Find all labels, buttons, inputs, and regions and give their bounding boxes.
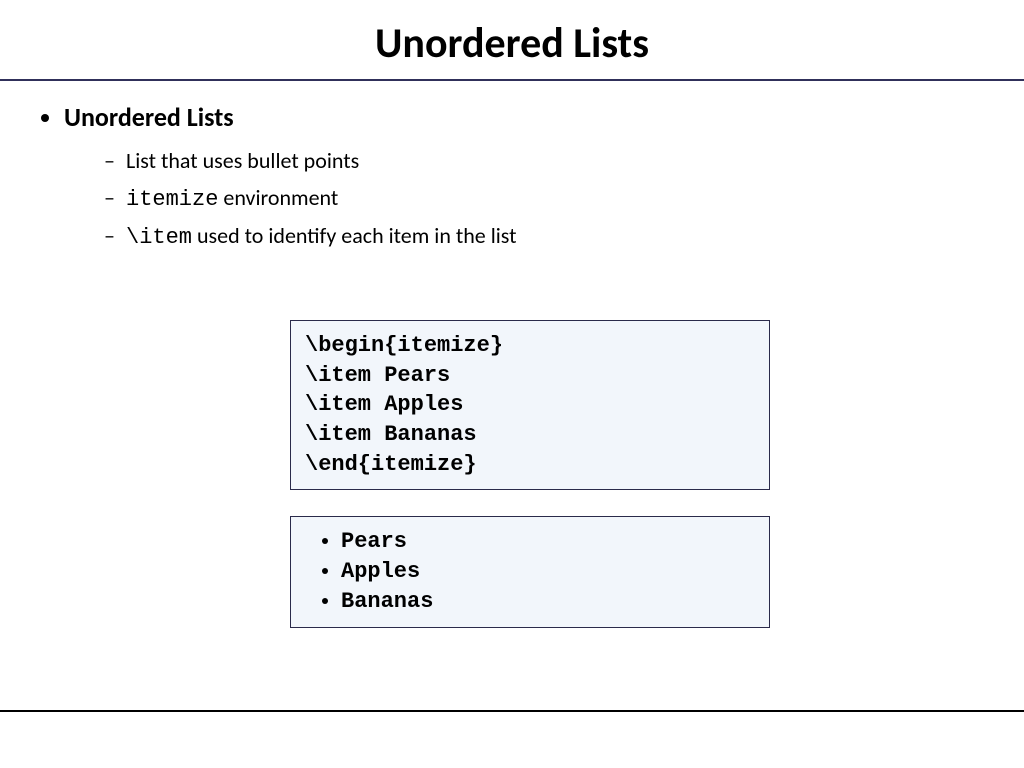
output-item: Pears	[341, 527, 755, 557]
code-box: \begin{itemize} \item Pears \item Apples…	[290, 320, 770, 490]
code-line: \item Bananas	[305, 420, 755, 450]
slide: Unordered Lists Unordered Lists List tha…	[0, 0, 1024, 768]
sub-bullet-list: List that uses bullet points itemize env…	[64, 147, 994, 250]
title-area: Unordered Lists	[0, 0, 1024, 69]
output-list: Pears Apples Bananas	[305, 527, 755, 616]
sub-bullet: List that uses bullet points	[104, 147, 994, 174]
code-line: \end{itemize}	[305, 450, 755, 480]
code-line: \item Apples	[305, 390, 755, 420]
sub-bullet: \item used to identify each item in the …	[104, 222, 994, 250]
output-item: Bananas	[341, 587, 755, 617]
bullet-list: Unordered Lists List that uses bullet po…	[30, 101, 994, 250]
sub-bullet-text: used to identify each item in the list	[192, 222, 517, 249]
bottom-divider	[0, 710, 1024, 712]
code-line: \item Pears	[305, 361, 755, 391]
output-box: Pears Apples Bananas	[290, 516, 770, 627]
sub-bullet-text: List that uses bullet points	[126, 147, 359, 174]
sub-bullet-text: environment	[218, 184, 338, 211]
bullet-heading-text: Unordered Lists	[64, 101, 234, 133]
sub-bullet-code: itemize	[126, 187, 218, 212]
example-boxes: \begin{itemize} \item Pears \item Apples…	[290, 320, 770, 628]
page-title: Unordered Lists	[375, 18, 649, 69]
code-line: \begin{itemize}	[305, 331, 755, 361]
sub-bullet: itemize environment	[104, 184, 994, 212]
bullet-heading: Unordered Lists List that uses bullet po…	[64, 101, 994, 250]
content-area: Unordered Lists List that uses bullet po…	[0, 81, 1024, 628]
sub-bullet-code: \item	[126, 225, 192, 250]
output-item: Apples	[341, 557, 755, 587]
